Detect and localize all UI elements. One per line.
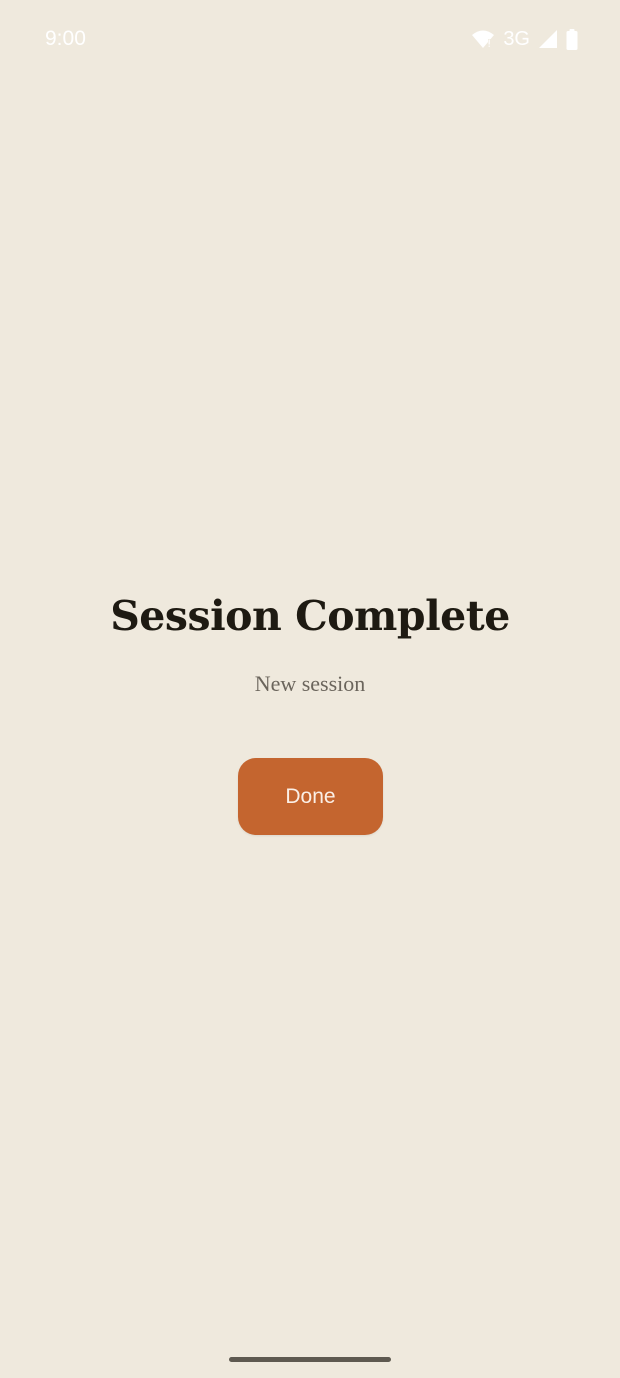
done-button[interactable]: Done: [238, 758, 383, 835]
status-icons: 3G: [471, 27, 578, 51]
battery-icon: [566, 28, 578, 50]
status-time: 9:00: [45, 27, 86, 50]
page-title: Session Complete: [110, 592, 510, 640]
cell-signal-icon: [538, 29, 558, 49]
completion-content: Session Complete New session: [0, 588, 620, 696]
network-type-label: 3G: [503, 28, 530, 50]
session-subtitle: New session: [254, 671, 366, 696]
wifi-icon: [471, 29, 495, 49]
status-bar: 9:00 3G: [0, 0, 620, 78]
home-indicator[interactable]: [229, 1357, 391, 1362]
